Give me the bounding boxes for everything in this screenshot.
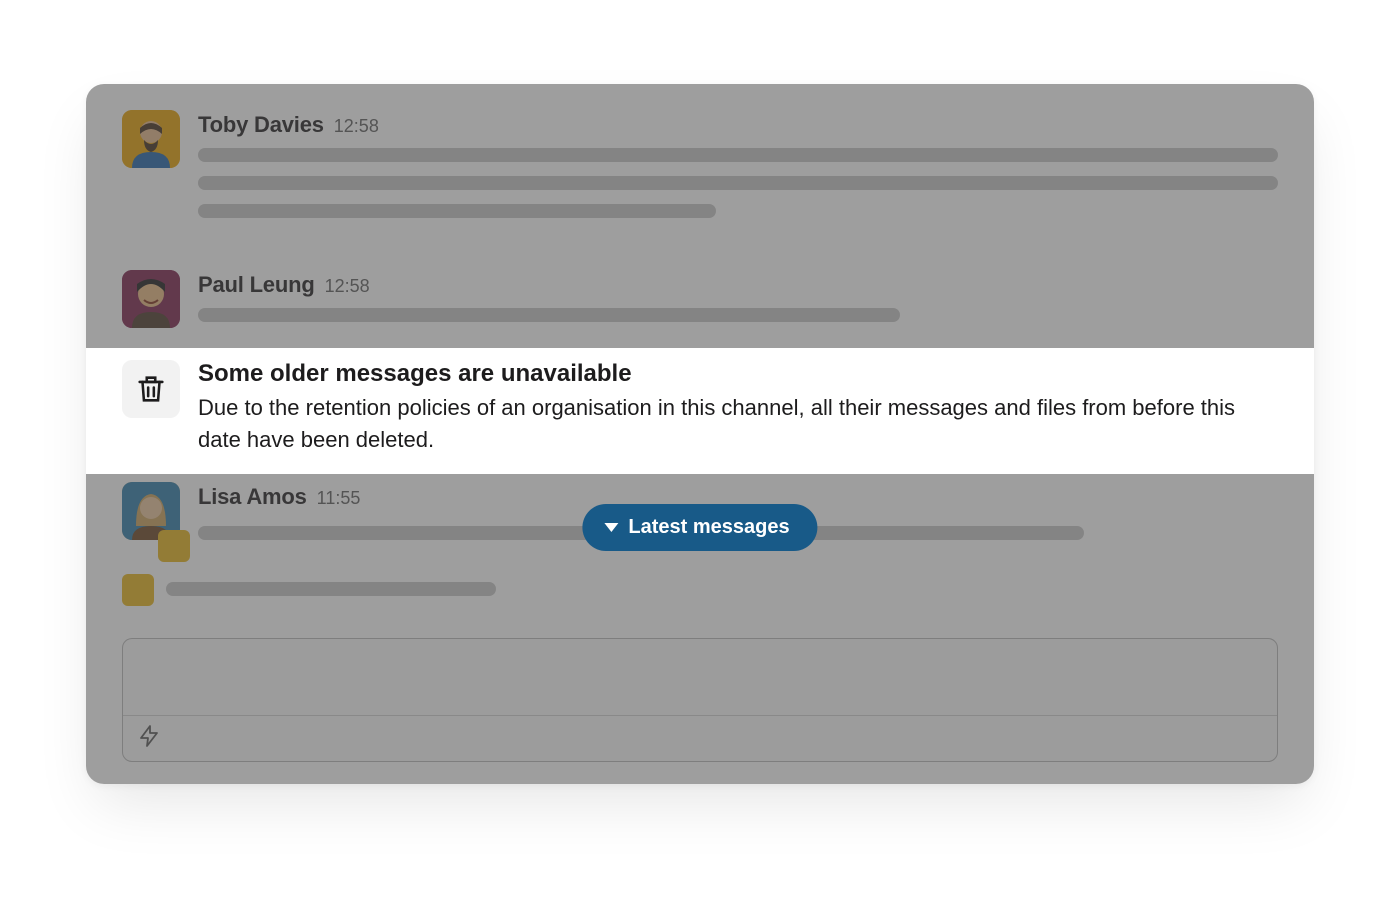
attachment-thumb[interactable]	[122, 574, 154, 606]
avatar[interactable]	[122, 270, 180, 328]
sender-name[interactable]: Paul Leung	[198, 272, 315, 298]
pill-label: Latest messages	[628, 516, 789, 539]
latest-messages-button[interactable]: Latest messages	[582, 504, 817, 551]
message-time: 11:55	[317, 488, 361, 509]
lightning-icon[interactable]	[137, 724, 161, 753]
sender-name[interactable]: Toby Davies	[198, 112, 324, 138]
caret-down-icon	[604, 523, 618, 532]
message-placeholder	[166, 582, 496, 596]
notice-body: Due to the retention policies of an orga…	[198, 392, 1258, 456]
message-time: 12:58	[325, 276, 370, 297]
chat-window: Toby Davies 12:58 Paul Leung 12:	[86, 84, 1314, 784]
message-placeholder	[198, 148, 1278, 218]
message-row: Toby Davies 12:58	[122, 110, 1278, 232]
message-placeholder	[198, 308, 1278, 322]
message-time: 12:58	[334, 116, 379, 137]
attachment-thumb[interactable]	[158, 530, 190, 562]
message-composer[interactable]	[122, 638, 1278, 762]
message-row: Paul Leung 12:58	[122, 270, 1278, 336]
notice-title: Some older messages are unavailable	[198, 360, 1258, 388]
retention-notice: Some older messages are unavailable Due …	[86, 348, 1314, 474]
avatar[interactable]	[122, 110, 180, 168]
sender-name[interactable]: Lisa Amos	[198, 484, 307, 510]
trash-icon	[122, 360, 180, 418]
